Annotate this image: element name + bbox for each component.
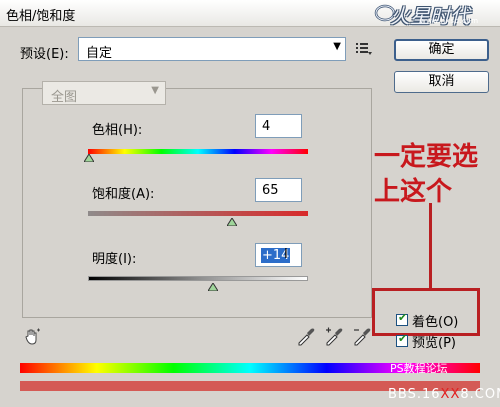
watermark-url-prefix: BBS.16	[388, 387, 441, 402]
preview-checkbox[interactable]: ✔	[396, 332, 408, 347]
watermark-url: BBS.16XX8.COM	[388, 387, 500, 402]
preset-options-icon[interactable]	[356, 42, 372, 56]
saturation-value: 65	[262, 183, 279, 198]
eyedropper-add-icon[interactable]	[324, 326, 344, 346]
logo-url: www.hxsd.com	[420, 17, 479, 25]
ok-button[interactable]: 确定	[394, 39, 489, 61]
watermark-url-mid: XX	[440, 387, 461, 402]
edit-range-value: 全图	[51, 90, 78, 105]
site-logo: 火星时代 www.hxsd.com	[372, 0, 500, 28]
text-cursor-icon: I	[284, 247, 288, 262]
hue-input[interactable]: 4	[255, 114, 302, 138]
cancel-button[interactable]: 取消	[394, 71, 489, 93]
preset-label: 预设(E):	[20, 47, 69, 62]
chevron-down-icon: ▼	[151, 85, 159, 96]
eyedropper-subtract-icon[interactable]	[352, 326, 372, 346]
lightness-slider-thumb[interactable]	[208, 283, 218, 291]
annotation-line2: 上这个	[374, 177, 453, 207]
saturation-input[interactable]: 65	[255, 178, 302, 202]
lightness-slider-track[interactable]	[88, 276, 308, 281]
annotation-text: 一定要选 上这个	[374, 140, 500, 210]
preset-value: 自定	[86, 46, 113, 61]
annotation-pointer	[429, 203, 432, 289]
saturation-label: 饱和度(A):	[92, 187, 155, 202]
preset-dropdown[interactable]: 自定 ▼	[78, 37, 346, 61]
watermark-url-suffix: 8.COM	[460, 387, 500, 402]
hand-adjust-icon[interactable]	[24, 328, 42, 346]
watermark-forum: PS教程论坛	[390, 362, 448, 375]
hue-value: 4	[262, 119, 271, 134]
saturation-slider-thumb[interactable]	[227, 218, 237, 226]
adjustment-group	[22, 88, 372, 318]
colorize-label[interactable]: 着色(O)	[412, 311, 458, 330]
lightness-label: 明度(I):	[92, 252, 137, 267]
window-title: 色相/饱和度	[6, 9, 76, 24]
hue-label: 色相(H):	[92, 123, 143, 138]
preview-label[interactable]: 预览(P)	[412, 332, 456, 351]
title-bar: 色相/饱和度 火星时代 www.hxsd.com	[0, 0, 500, 28]
edit-range-dropdown: 全图 ▼	[42, 81, 166, 105]
hue-slider-track[interactable]	[88, 149, 308, 154]
hue-slider-thumb[interactable]	[84, 154, 94, 162]
annotation-line1: 一定要选	[374, 142, 479, 172]
saturation-slider-track[interactable]	[88, 211, 308, 216]
checkmark-icon: ✔	[398, 332, 408, 345]
chevron-down-icon: ▼	[333, 41, 341, 52]
colorize-checkbox[interactable]: ✔	[396, 311, 408, 326]
checkmark-icon: ✔	[398, 311, 408, 324]
eyedropper-icon[interactable]	[296, 326, 316, 346]
lightness-input[interactable]: +14 I	[255, 243, 302, 267]
